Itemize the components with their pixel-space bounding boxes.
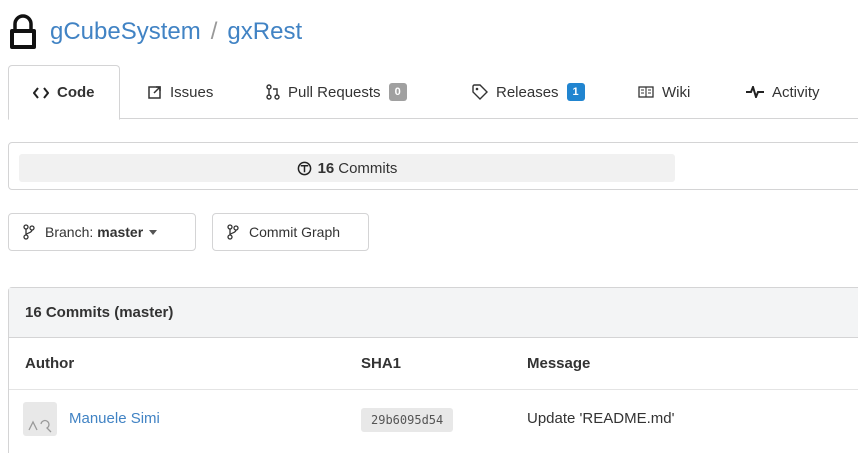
branch-value: master [97, 224, 144, 240]
tab-code[interactable]: Code [8, 65, 120, 120]
commits-table-title: 16 Commits (master) [9, 288, 858, 338]
tab-activity[interactable]: Activity [746, 65, 820, 119]
column-message: Message [527, 355, 591, 372]
commit-message[interactable]: Update 'README.md' [527, 410, 674, 427]
tab-releases[interactable]: Releases 1 [472, 65, 585, 119]
repo-title: gCubeSystem / gxRest [50, 18, 302, 46]
branch-label: Branch: [45, 224, 94, 240]
releases-count-badge: 1 [566, 83, 585, 101]
commits-table-header: Author SHA1 Message [9, 338, 858, 390]
commit-graph-button[interactable]: Commit Graph [212, 213, 369, 251]
tag-icon [472, 84, 488, 100]
pulse-icon [746, 86, 764, 98]
tab-wiki-label: Wiki [662, 83, 691, 101]
column-sha1: SHA1 [361, 355, 402, 372]
branch-dropdown-button[interactable]: Branch: master [8, 213, 196, 251]
tab-issues[interactable]: Issues [148, 65, 213, 119]
table-row: Manuele Simi 29b6095d54 Update 'README.m… [9, 390, 858, 450]
avatar[interactable] [23, 402, 57, 436]
commits-label: Commits [338, 159, 398, 177]
tab-releases-label: Releases [496, 83, 559, 101]
commits-table: 16 Commits (master) Author SHA1 Message … [8, 287, 858, 453]
repo-tabs: Code Issues Pull Requests 0 Releases 1 W… [8, 65, 858, 120]
commit-graph-label: Commit Graph [249, 224, 341, 240]
pull-requests-count-badge: 0 [388, 83, 407, 101]
issue-icon [148, 85, 162, 99]
code-icon [33, 86, 49, 99]
commit-sha-link[interactable]: 29b6095d54 [361, 408, 454, 432]
chevron-down-icon [149, 229, 158, 235]
pull-request-icon [266, 84, 280, 100]
history-icon [297, 161, 312, 176]
tab-issues-label: Issues [170, 83, 214, 101]
commits-link[interactable]: 16 Commits [19, 154, 675, 182]
book-icon [638, 86, 654, 98]
branch-icon [227, 224, 239, 240]
tab-pull-requests-label: Pull Requests [288, 83, 381, 101]
column-author: Author [25, 355, 75, 372]
commit-author-link[interactable]: Manuele Simi [69, 410, 160, 427]
branch-icon [23, 224, 35, 240]
commits-count: 16 [317, 159, 335, 177]
tab-code-label: Code [57, 84, 95, 101]
tab-pull-requests[interactable]: Pull Requests 0 [266, 65, 407, 119]
repo-separator: / [210, 18, 218, 45]
repo-header: gCubeSystem / gxRest [8, 12, 302, 52]
commits-summary-bar: 16 Commits [8, 142, 858, 190]
tab-activity-label: Activity [772, 83, 820, 101]
repo-owner-link[interactable]: gCubeSystem [50, 18, 201, 46]
repo-name-link[interactable]: gxRest [227, 18, 302, 46]
lock-icon [10, 14, 36, 49]
tab-wiki[interactable]: Wiki [638, 65, 690, 119]
